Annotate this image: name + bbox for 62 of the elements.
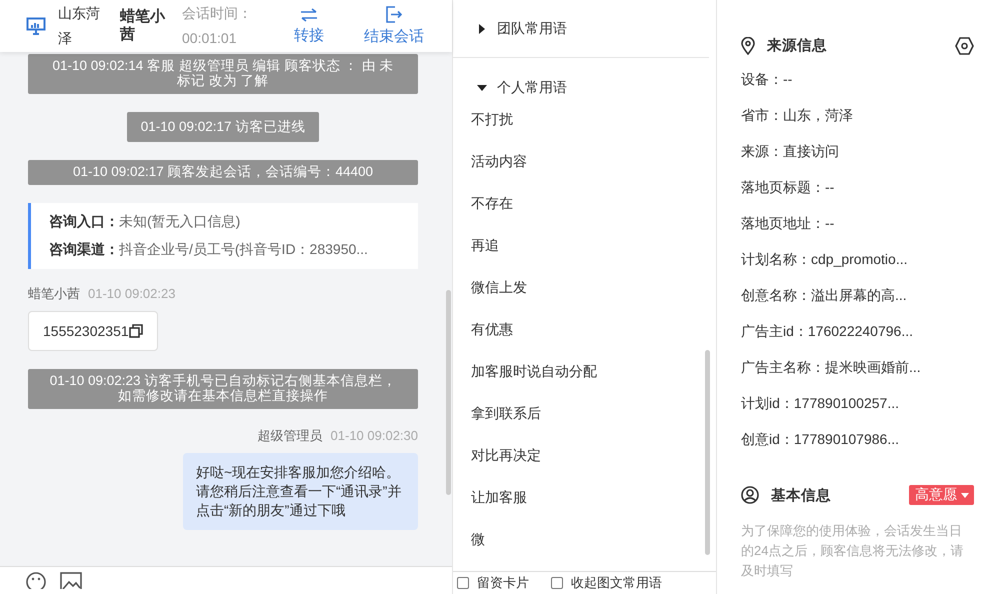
phrase-item[interactable]: 微信上发 (453, 267, 533, 309)
notice-text: 为了保障您的使用体验，会话发生当日的24点之后，顾客信息将无法修改，请及时填写 (741, 522, 964, 580)
phrase-item[interactable]: 对比再决定 (453, 435, 547, 477)
system-message: 01-10 09:02:14 客服 超级管理员 编辑 顾客状态 ： 由 未标记 改为 了解 (28, 54, 418, 94)
info-field: 计划id：177890100257... (741, 394, 974, 430)
system-message: 01-10 09:02:23 访客手机号已自动标记右侧基本信息栏，如需修改请在基本信息栏直接操作 (28, 369, 418, 409)
phrase-item[interactable]: 活动内容 (453, 141, 533, 183)
system-message: 01-10 09:02:17 访客已进线 (126, 112, 320, 142)
section-title: 来源信息 (767, 36, 828, 55)
phrase-group-header[interactable]: 个人常用语 (453, 77, 573, 99)
emoji-icon[interactable] (26, 572, 46, 589)
section-title: 基本信息 (771, 486, 832, 504)
info-field: 广告主id：176022240796... (741, 322, 974, 358)
visitor-location: 山东菏泽 (58, 4, 101, 48)
info-field: 来源：直接访问 (741, 142, 974, 178)
phrase-item[interactable]: 再追 (453, 225, 505, 267)
sender-name: 超级管理员 (258, 428, 323, 443)
system-message: 01-10 09:02:17 顾客发起会话，会话编号：44400 (28, 160, 418, 185)
end-session-button[interactable]: 结束会话 (364, 6, 424, 46)
checkbox[interactable] (457, 577, 469, 589)
intent-dropdown[interactable]: 高意愿 (909, 485, 974, 505)
phrase-item[interactable]: 拿到联系后 (453, 393, 547, 435)
sender-name: 蜡笔小茜 (28, 286, 80, 301)
info-field: 计划名称：cdp_promotio... (741, 250, 974, 286)
phrase-item[interactable]: 不打扰 (453, 99, 519, 141)
phrase-item[interactable]: 让加客服 (453, 477, 533, 519)
info-field: 创意id：177890107986... (741, 430, 974, 466)
image-icon[interactable] (60, 572, 82, 589)
copy-icon[interactable] (128, 324, 143, 338)
location-pin-icon (741, 36, 755, 54)
transfer-button[interactable]: 转接 (294, 8, 324, 44)
scrollbar[interactable] (705, 350, 710, 555)
info-field: 创意名称：溢出屏幕的高... (741, 286, 974, 322)
visitor-name: 蜡笔小茜 (120, 8, 166, 44)
phrase-item[interactable]: 微 (453, 519, 491, 561)
exit-icon (386, 6, 402, 23)
message-time: 01-10 09:02:23 (88, 286, 176, 301)
scrollbar[interactable] (446, 290, 451, 495)
phone-number: 15552302351 (43, 323, 129, 339)
entry-info-line: 咨询渠道：抖音企业号/员工号(抖音号ID：283950... (49, 241, 369, 259)
monitor-icon (26, 17, 46, 35)
entry-info-line: 咨询入口：未知(暂无入口信息) (49, 213, 242, 231)
info-field: 广告主名称：提米映画婚前... (741, 358, 974, 394)
info-field: 省市：山东，菏泽 (741, 106, 974, 142)
message-time: 01-10 09:02:30 (330, 428, 418, 443)
duration-label: 会话时间： (182, 4, 253, 23)
checkbox-label: 留资卡片 (477, 574, 529, 592)
hexagon-settings-icon[interactable] (955, 36, 974, 54)
checkbox[interactable] (551, 577, 563, 589)
phrase-group-header[interactable]: 团队常用语 (453, 0, 709, 58)
message-bubble: 好哒~现在安排客服加您介绍哈。请您稍后注意查看一下“通讯录”并点击“新的朋友”通过下哦 (183, 453, 418, 530)
info-field: 落地页标题：-- (741, 178, 974, 214)
phrase-item[interactable]: 不存在 (453, 183, 519, 225)
info-field: 落地页地址：-- (741, 214, 974, 250)
info-field: 设备：-- (741, 70, 974, 106)
swap-arrows-icon (300, 8, 318, 22)
caret-down-icon (961, 492, 969, 498)
phrase-item[interactable]: 加客服时说自动分配 (453, 351, 603, 393)
duration-value: 00:01:01 (182, 29, 238, 48)
user-circle-icon (741, 486, 759, 504)
phrase-item[interactable]: 有优惠 (453, 309, 519, 351)
checkbox-label: 收起图文常用语 (571, 574, 662, 592)
